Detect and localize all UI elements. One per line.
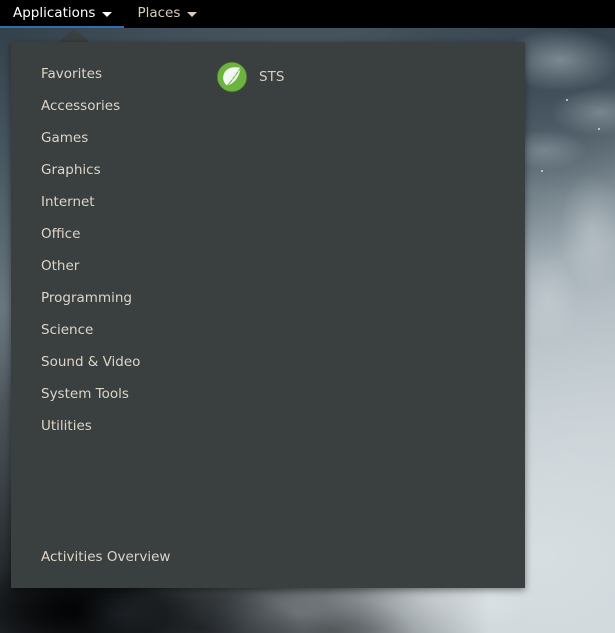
chevron-down-icon (187, 11, 198, 17)
category-label: Other (41, 258, 80, 274)
category-item-system-tools[interactable]: System Tools (11, 378, 201, 410)
category-label: System Tools (41, 386, 129, 402)
wallpaper-speck (541, 170, 543, 172)
panel-menu-places-label: Places (137, 5, 181, 22)
activities-overview-item[interactable]: Activities Overview (11, 543, 231, 571)
category-label: Programming (41, 290, 132, 306)
category-item-graphics[interactable]: Graphics (11, 154, 201, 186)
activities-overview-label: Activities Overview (41, 549, 171, 565)
application-list: STS (207, 58, 519, 582)
top-panel: Applications Places (0, 0, 615, 28)
category-label: Favorites (41, 66, 102, 82)
category-label: Games (41, 130, 89, 146)
panel-menu-places[interactable]: Places (124, 0, 209, 28)
wallpaper-speck (598, 128, 600, 130)
category-label: Internet (41, 194, 95, 210)
menu-pointer-arrow (57, 29, 91, 43)
applications-menu-panel: Favorites Accessories Games Graphics Int… (11, 42, 525, 588)
category-list: Favorites Accessories Games Graphics Int… (11, 58, 201, 442)
category-item-accessories[interactable]: Accessories (11, 90, 201, 122)
spring-sts-icon (217, 62, 247, 92)
wallpaper-speck (566, 99, 568, 101)
category-item-office[interactable]: Office (11, 218, 201, 250)
chevron-down-icon (102, 11, 113, 17)
app-item-sts[interactable]: STS (207, 58, 519, 96)
panel-menu-applications[interactable]: Applications (0, 0, 125, 28)
category-item-programming[interactable]: Programming (11, 282, 201, 314)
category-label: Sound & Video (41, 354, 141, 370)
category-label: Science (41, 322, 94, 338)
app-item-sts-label: STS (259, 69, 285, 85)
category-item-favorites[interactable]: Favorites (11, 58, 201, 90)
panel-menu-applications-label: Applications (13, 5, 96, 22)
category-label: Utilities (41, 418, 92, 434)
category-item-science[interactable]: Science (11, 314, 201, 346)
category-item-games[interactable]: Games (11, 122, 201, 154)
category-label: Office (41, 226, 81, 242)
category-label: Graphics (41, 162, 101, 178)
category-item-internet[interactable]: Internet (11, 186, 201, 218)
category-item-sound-and-video[interactable]: Sound & Video (11, 346, 201, 378)
category-label: Accessories (41, 98, 121, 114)
category-item-utilities[interactable]: Utilities (11, 410, 201, 442)
category-item-other[interactable]: Other (11, 250, 201, 282)
